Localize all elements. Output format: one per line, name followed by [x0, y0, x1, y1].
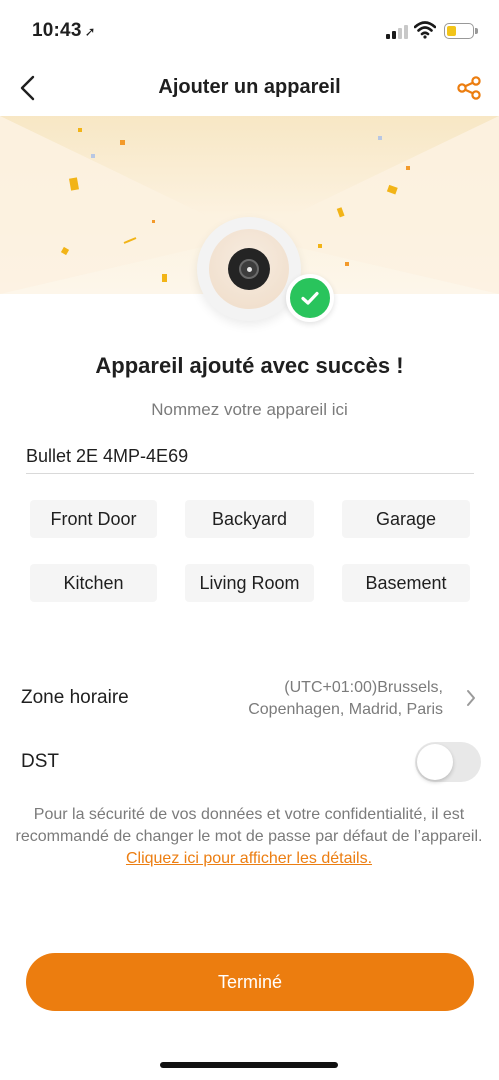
timezone-value: (UTC+01:00)Brussels, Copenhagen, Madrid,…	[203, 677, 443, 721]
dst-toggle[interactable]	[415, 742, 481, 782]
share-icon[interactable]	[455, 74, 483, 102]
battery-icon	[444, 23, 478, 39]
status-time: 10:43 ➚	[32, 20, 96, 42]
timezone-row[interactable]: Zone horaire (UTC+01:00)Brussels, Copenh…	[0, 672, 499, 724]
camera-lens-icon	[228, 248, 270, 290]
success-title: Appareil ajouté avec succès !	[95, 353, 404, 378]
status-time-text: 10:43	[32, 20, 82, 41]
suggestion-chip-basement[interactable]: Basement	[342, 564, 470, 602]
battery-level	[447, 26, 457, 36]
status-bar: 10:43 ➚	[0, 0, 499, 60]
device-name-input[interactable]	[26, 440, 474, 474]
suggestion-chip-living-room[interactable]: Living Room	[185, 564, 314, 602]
timezone-label: Zone horaire	[21, 687, 129, 708]
name-hint: Nommez votre appareil ici	[151, 400, 348, 419]
timezone-value-line1: (UTC+01:00)Brussels,	[284, 679, 443, 696]
details-link[interactable]: Cliquez ici pour afficher les détails.	[126, 850, 372, 867]
suggestion-chip-garage[interactable]: Garage	[342, 500, 470, 538]
location-arrow-icon: ➚	[84, 24, 96, 39]
suggestion-chip-backyard[interactable]: Backyard	[185, 500, 314, 538]
suggestion-chip-front-door[interactable]: Front Door	[30, 500, 157, 538]
suggestion-chip-kitchen[interactable]: Kitchen	[30, 564, 157, 602]
dst-row: DST	[0, 740, 499, 784]
success-badge	[286, 274, 334, 322]
nav-bar: Ajouter un appareil	[0, 60, 499, 116]
page-title: Ajouter un appareil	[158, 76, 341, 98]
signal-icon	[386, 25, 408, 39]
home-indicator	[160, 1062, 338, 1068]
wifi-icon	[414, 21, 436, 39]
done-button[interactable]: Terminé	[26, 953, 474, 1011]
device-avatar	[197, 217, 301, 321]
security-notice: Pour la sécurité de vos données et votre…	[12, 804, 486, 870]
check-icon	[301, 291, 319, 305]
chevron-right-icon	[467, 690, 475, 706]
name-suggestions: Front Door Backyard Garage Kitchen Livin…	[30, 500, 470, 602]
timezone-value-line2: Copenhagen, Madrid, Paris	[248, 701, 443, 718]
toggle-knob	[417, 744, 453, 780]
security-notice-text: Pour la sécurité de vos données et votre…	[15, 806, 483, 845]
dst-label: DST	[21, 751, 59, 772]
